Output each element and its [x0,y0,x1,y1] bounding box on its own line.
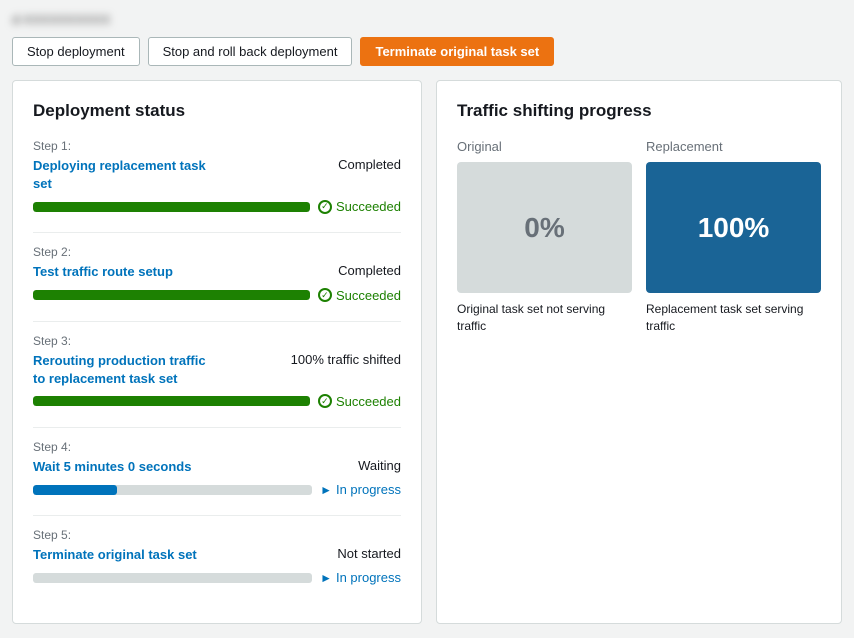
deployment-status-card: Deployment status Step 1: Deploying repla… [12,80,422,624]
traffic-grid: Original 0% Original task set not servin… [457,139,821,335]
page-id: d-XXXXXXXXXX [12,12,110,27]
step-name-1: Deploying replacement task set [33,157,213,193]
step-label-4: Step 4: [33,440,401,454]
step-row-3: Rerouting production traffic to replacem… [33,352,401,388]
progress-row-1: Succeeded [33,199,401,214]
step-block-5: Step 5: Terminate original task set Not st… [33,515,401,585]
step-block-2: Step 2: Test traffic route setup Completed… [33,232,401,302]
progress-row-3: Succeeded [33,394,401,409]
replacement-description: Replacement task set serving traffic [646,301,821,335]
progress-fill-2 [33,290,310,300]
step-name-5: Terminate original task set [33,546,197,564]
step-badge-5: ► In progress [320,570,401,585]
replacement-traffic-box: 100% [646,162,821,293]
check-icon-3 [318,394,332,408]
step-block-3: Step 3: Rerouting production traffic to r… [33,321,401,409]
replacement-label: Replacement [646,139,821,154]
toolbar: Stop deployment Stop and roll back deplo… [12,37,842,66]
step-label-2: Step 2: [33,245,401,259]
progress-fill-3 [33,396,310,406]
step-row-5: Terminate original task set Not started [33,546,401,564]
step-badge-1: Succeeded [318,199,401,214]
step-status-text-1: Completed [338,157,401,172]
step-block-1: Step 1: Deploying replacement task set Com… [33,139,401,214]
original-label: Original [457,139,632,154]
step-status-text-5: Not started [337,546,401,561]
main-grid: Deployment status Step 1: Deploying repla… [12,80,842,624]
replacement-percent: 100% [646,162,821,293]
stop-deployment-button[interactable]: Stop deployment [12,37,140,66]
arrow-icon-5: ► [320,571,332,585]
progress-track-4 [33,485,312,495]
stop-rollback-button[interactable]: Stop and roll back deployment [148,37,353,66]
original-description: Original task set not serving traffic [457,301,632,335]
original-traffic-box: 0% [457,162,632,293]
step-block-4: Step 4: Wait 5 minutes 0 seconds Waiting ► I… [33,427,401,497]
arrow-icon-4: ► [320,483,332,497]
progress-fill-1 [33,202,310,212]
progress-track-2 [33,290,310,300]
step-name-3: Rerouting production traffic to replacem… [33,352,213,388]
progress-track-5 [33,573,312,583]
step-row-4: Wait 5 minutes 0 seconds Waiting [33,458,401,476]
progress-track-3 [33,396,310,406]
progress-row-4: ► In progress [33,482,401,497]
original-traffic-col: Original 0% Original task set not servin… [457,139,632,335]
traffic-shifting-card: Traffic shifting progress Original 0% Or… [436,80,842,624]
original-percent: 0% [457,162,632,293]
progress-row-2: Succeeded [33,288,401,303]
step-label-1: Step 1: [33,139,401,153]
badge-text-2: Succeeded [336,288,401,303]
step-badge-3: Succeeded [318,394,401,409]
step-name-2: Test traffic route setup [33,263,173,281]
step-status-text-3: 100% traffic shifted [291,352,401,367]
steps-container: Step 1: Deploying replacement task set Com… [33,139,401,585]
badge-text-3: Succeeded [336,394,401,409]
check-icon-1 [318,200,332,214]
step-row-2: Test traffic route setup Completed [33,263,401,281]
badge-text-1: Succeeded [336,199,401,214]
step-status-text-4: Waiting [358,458,401,473]
step-badge-4: ► In progress [320,482,401,497]
progress-row-5: ► In progress [33,570,401,585]
step-row-1: Deploying replacement task set Completed [33,157,401,193]
step-badge-2: Succeeded [318,288,401,303]
step-status-text-2: Completed [338,263,401,278]
step-label-3: Step 3: [33,334,401,348]
step-name-4: Wait 5 minutes 0 seconds [33,458,191,476]
replacement-traffic-col: Replacement 100% Replacement task set se… [646,139,821,335]
badge-text-4: In progress [336,482,401,497]
badge-text-5: In progress [336,570,401,585]
deployment-status-title: Deployment status [33,101,401,121]
progress-track-1 [33,202,310,212]
check-icon-2 [318,288,332,302]
step-label-5: Step 5: [33,528,401,542]
traffic-shifting-title: Traffic shifting progress [457,101,821,121]
progress-fill-4 [33,485,117,495]
terminate-button[interactable]: Terminate original task set [360,37,554,66]
